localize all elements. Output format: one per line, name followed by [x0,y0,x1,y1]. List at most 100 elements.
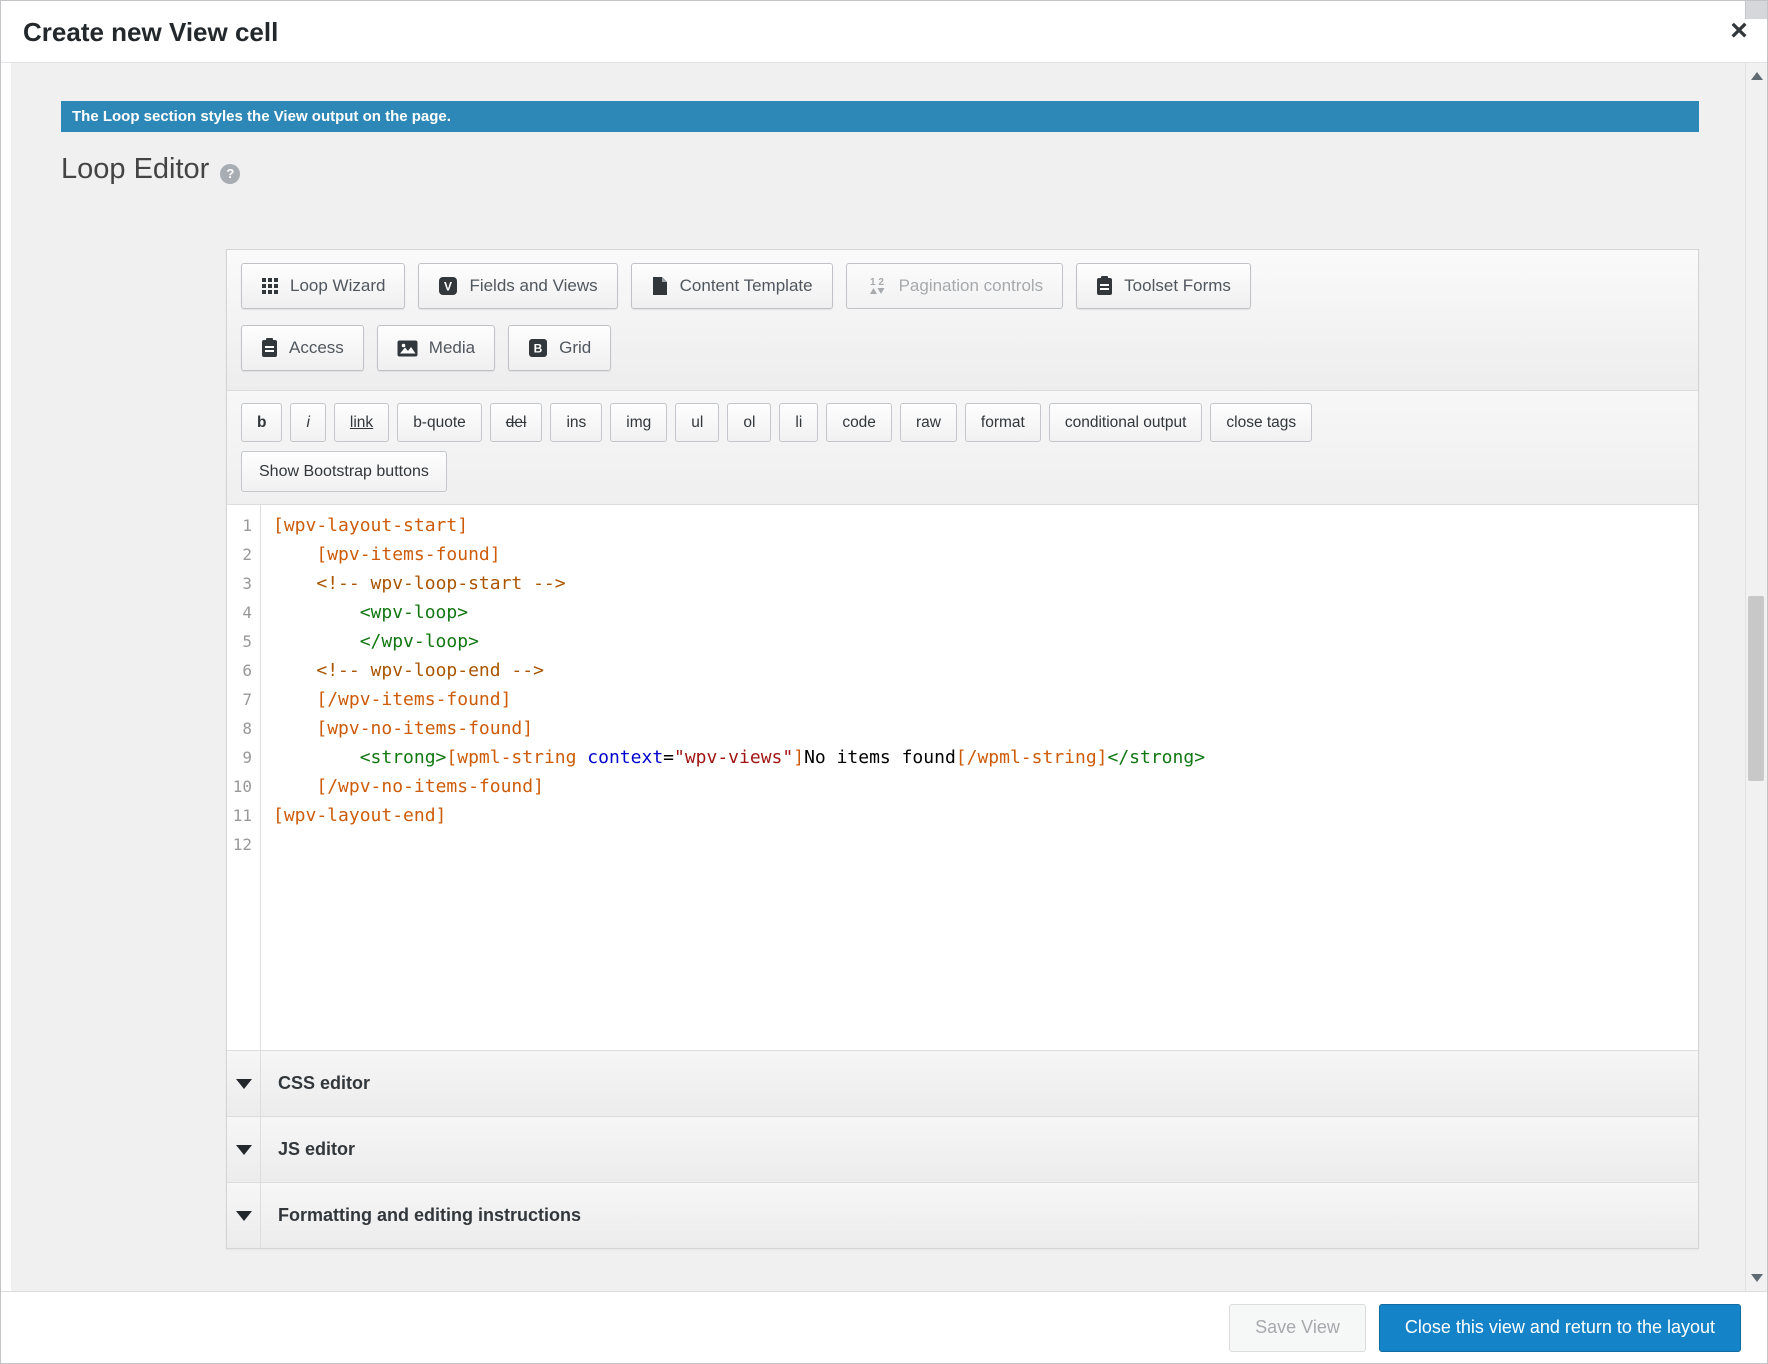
bootstrap-icon: B [528,338,548,358]
quicktag-ins[interactable]: ins [550,403,602,442]
line-number: 2 [227,540,252,569]
quicktag-conditional-output[interactable]: conditional output [1049,403,1203,442]
grid-button[interactable]: B Grid [508,325,611,371]
quicktag-row: bilinkb-quotedelinsimgulollicoderawforma… [241,403,1684,442]
quicktag-ul[interactable]: ul [675,403,719,442]
quicktag-format[interactable]: format [965,403,1041,442]
content-template-icon [651,276,669,296]
code-line: [/wpv-items-found] [273,685,1698,714]
line-number: 12 [227,830,252,859]
svg-text:1 2: 1 2 [870,277,884,288]
grid-dots-icon [261,277,279,295]
code-line: [wpv-no-items-found] [273,714,1698,743]
line-number: 8 [227,714,252,743]
section-js-editor[interactable]: JS editor [227,1116,1698,1182]
line-number: 1 [227,511,252,540]
line-number: 6 [227,656,252,685]
content-template-label: Content Template [680,276,813,296]
toolbar-row-1: Loop Wizard V Fields and Views Content T… [241,263,1684,309]
scroll-down-button[interactable] [1746,1265,1767,1291]
clipboard-icon [261,338,278,358]
code-line: [/wpv-no-items-found] [273,772,1698,801]
modal-footer: Save View Close this view and return to … [1,1291,1767,1363]
toolset-forms-label: Toolset Forms [1124,276,1231,296]
loop-editor-title: Loop Editor [61,153,209,186]
access-label: Access [289,338,344,358]
line-number: 4 [227,598,252,627]
section-css-editor[interactable]: CSS editor [227,1050,1698,1116]
grid-label: Grid [559,338,591,358]
vertical-scrollbar[interactable] [1745,63,1767,1291]
scrollbar-thumb[interactable] [1748,596,1764,781]
save-view-button[interactable]: Save View [1229,1304,1366,1352]
quicktag-i[interactable]: i [290,403,325,442]
chevron-down-icon [236,1079,252,1089]
js-editor-label: JS editor [261,1117,355,1182]
quicktag-link[interactable]: link [334,403,389,442]
section-formatting-instructions[interactable]: Formatting and editing instructions [227,1182,1698,1248]
code-line [273,830,1698,859]
pagination-controls-button[interactable]: 1 2 Pagination controls [846,263,1064,309]
media-button[interactable]: Media [377,325,495,371]
pagination-controls-label: Pagination controls [899,276,1044,296]
chevron-down-icon [236,1145,252,1155]
line-number: 10 [227,772,252,801]
arrow-down-icon [1751,1274,1763,1282]
show-bootstrap-buttons[interactable]: Show Bootstrap buttons [241,451,447,492]
media-icon [397,340,418,357]
toolset-v-icon: V [438,276,458,296]
toolset-forms-button[interactable]: Toolset Forms [1076,263,1251,309]
notice-text: The Loop section styles the View output … [61,101,1699,132]
loop-wizard-button[interactable]: Loop Wizard [241,263,405,309]
line-number: 3 [227,569,252,598]
chevron-down-icon [236,1211,252,1221]
formatting-instructions-toggle[interactable] [227,1183,261,1248]
quicktag-del[interactable]: del [490,403,543,442]
toolbar-row-2: Access Media B Grid [241,325,1684,371]
loop-wizard-label: Loop Wizard [290,276,385,296]
line-number: 5 [227,627,252,656]
code-line: [wpv-layout-start] [273,511,1698,540]
scroll-up-button[interactable] [1746,63,1767,89]
code-line: [wpv-layout-end] [273,801,1698,830]
line-numbers: 123456789101112 [227,505,261,1050]
line-number: 7 [227,685,252,714]
svg-text:B: B [534,342,543,356]
line-number: 11 [227,801,252,830]
access-button[interactable]: Access [241,325,364,371]
code-content: [wpv-layout-start] [wpv-items-found] <!-… [261,505,1698,1050]
code-line: <strong>[wpml-string context="wpv-views"… [273,743,1698,772]
css-editor-toggle[interactable] [227,1051,261,1116]
quicktag-close-tags[interactable]: close tags [1210,403,1312,442]
fields-and-views-button[interactable]: V Fields and Views [418,263,617,309]
quicktag-raw[interactable]: raw [900,403,957,442]
code-line: </wpv-loop> [273,627,1698,656]
content-template-button[interactable]: Content Template [631,263,833,309]
help-icon[interactable]: ? [220,164,240,184]
quicktag-b[interactable]: b [241,403,282,442]
pagination-icon: 1 2 [866,276,888,296]
loop-editor-heading: Loop Editor ? [61,153,240,186]
fields-and-views-label: Fields and Views [469,276,597,296]
svg-text:V: V [444,280,452,294]
js-editor-toggle[interactable] [227,1117,261,1182]
quicktag-code[interactable]: code [826,403,892,442]
code-editor[interactable]: 123456789101112 [wpv-layout-start] [wpv-… [227,505,1698,1050]
code-line: [wpv-items-found] [273,540,1698,569]
create-view-cell-modal: Create new View cell × The Loop section … [0,0,1768,1364]
clipboard-icon [1096,276,1113,296]
modal-header: Create new View cell × [1,1,1767,63]
bootstrap-toggle-row: Show Bootstrap buttons [241,451,1684,492]
formatting-instructions-label: Formatting and editing instructions [261,1183,581,1248]
code-line: <!-- wpv-loop-start --> [273,569,1698,598]
loop-editor-panel: Loop Wizard V Fields and Views Content T… [226,249,1699,1249]
quicktags-area: bilinkb-quotedelinsimgulollicoderawforma… [227,391,1698,505]
close-view-button[interactable]: Close this view and return to the layout [1379,1304,1741,1352]
quicktag-img[interactable]: img [610,403,667,442]
modal-body: The Loop section styles the View output … [11,63,1745,1291]
quicktag-b-quote[interactable]: b-quote [397,403,482,442]
quicktag-ol[interactable]: ol [727,403,771,442]
modal-title: Create new View cell [23,1,278,63]
quicktag-li[interactable]: li [779,403,818,442]
editor-toolbar: Loop Wizard V Fields and Views Content T… [227,250,1698,391]
